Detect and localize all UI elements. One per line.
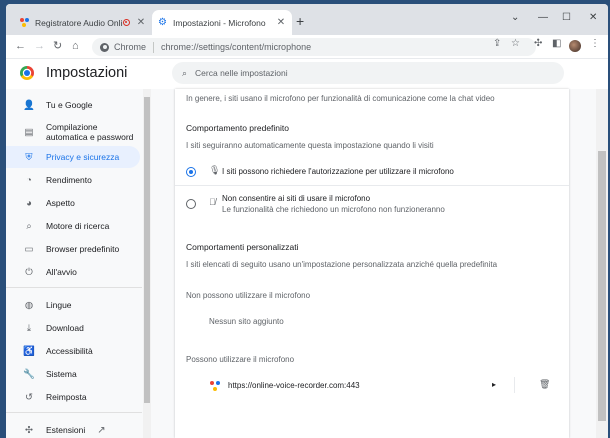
custom-behaviors-heading: Comportamenti personalizzati [186,242,299,252]
sidebar-scroll-thumb[interactable] [144,97,150,403]
sidebar-item-default-browser[interactable]: ▭ Browser predefinito [6,238,140,260]
home-icon[interactable]: ⌂ [72,40,79,53]
power-icon: ⏻ [25,266,33,278]
wrench-icon: 🔧 [23,368,35,380]
tab-recorder-close-icon[interactable]: ✕ [136,17,146,28]
intro-text: In genere, i siti usano il microfono per… [186,94,495,103]
menu-kebab-icon[interactable]: ⋮ [590,38,600,49]
option-block-sublabel: Le funzionalità che richiedono un microf… [222,205,445,214]
settings-body: 👤 Tu e Google ▤ Compilazione automatica … [6,89,608,438]
tab-search-icon[interactable]: ⌄ [511,12,519,23]
sidebar-item-languages[interactable]: ◍ Lingue [6,294,140,316]
site-favicon-icon [210,381,220,391]
default-behavior-subtitle: I siti seguiranno automaticamente questa… [186,141,434,150]
person-icon: 👤 [23,99,35,111]
search-icon: ⌕ [182,67,188,78]
microphone-settings-card: In genere, i siti usano il microfono per… [175,89,569,438]
minimize-icon[interactable]: — [538,12,548,23]
recorder-favicon-icon [20,17,30,28]
recording-indicator-icon [123,19,130,26]
forward-icon[interactable]: → [34,40,45,53]
tab-strip: Registratore Audio Online - F ✕ ⚙ Impost… [6,4,608,35]
allowed-site-url: https://online-voice-recorder.com:443 [228,381,360,390]
allowed-sites-heading: Possono utilizzare il microfono [186,355,295,364]
main-scrollbar[interactable] [596,89,608,438]
tab-settings-title: Impostazioni - Microfono [173,17,266,28]
list-item[interactable]: https://online-voice-recorder.com:443 ▸ … [175,373,569,397]
sidebar-item-accessibility[interactable]: ♿ Accessibilità [6,340,140,362]
speedometer-icon: ◔ [26,174,32,186]
browser-toolbar: ← → ↻ ⌂ Chrome chrome://settings/content… [6,35,608,59]
sidebar-divider [6,412,142,413]
sidebar-item-appearance[interactable]: ◕ Aspetto [6,192,140,214]
globe-icon: ◍ [24,299,34,311]
settings-search-input[interactable] [195,68,496,78]
external-link-icon: ↗ [97,424,106,436]
page-title: Impostazioni [46,65,128,81]
maximize-icon[interactable]: ☐ [562,12,571,23]
settings-header: Impostazioni ⌕ [6,59,608,89]
share-icon[interactable]: ⇪ [493,38,501,49]
side-panel-icon[interactable]: ◧ [552,38,561,49]
sidebar-item-extensions[interactable]: ✣ Estensioni ↗ [6,419,140,438]
sidebar-item-on-startup[interactable]: ⏻ All'avvio [6,261,140,283]
tab-recorder-title: Registratore Audio Online - F [35,17,123,28]
sidebar-item-you-and-google[interactable]: 👤 Tu e Google [6,94,140,116]
reload-icon[interactable]: ↻ [53,40,62,53]
chrome-logo-icon [20,66,34,80]
back-icon[interactable]: ← [15,40,26,53]
browser-window: Registratore Audio Online - F ✕ ⚙ Impost… [6,4,608,438]
settings-gear-icon: ⚙ [158,16,167,28]
reset-icon: ↺ [25,391,33,403]
chevron-right-icon[interactable]: ▸ [492,380,496,389]
settings-search[interactable]: ⌕ [172,62,564,84]
new-tab-button[interactable]: + [296,14,304,28]
microphone-off-icon: 🎙̸ [209,197,216,207]
tab-settings-close-icon[interactable]: ✕ [276,17,286,28]
trash-icon[interactable]: 🗑 [539,379,550,390]
microphone-icon: 🎙 [209,165,221,175]
search-icon: ⌕ [26,220,32,232]
blocked-empty-text: Nessun sito aggiunto [209,317,284,326]
close-window-icon[interactable]: ✕ [589,12,597,23]
option-divider [175,185,569,186]
address-bar[interactable]: Chrome chrome://settings/content/microph… [92,38,536,56]
custom-behaviors-subtitle: I siti elencati di seguito usano un'impo… [186,260,498,269]
scheme-label: Chrome [114,42,147,52]
sidebar-item-autofill[interactable]: ▤ Compilazione automatica e password [6,118,140,146]
omnibox-separator [153,41,155,53]
bookmark-star-icon[interactable]: ☆ [511,38,520,49]
sidebar-item-system[interactable]: 🔧 Sistema [6,363,140,385]
sidebar-divider [6,287,142,288]
sidebar-item-search-engine[interactable]: ⌕ Motore di ricerca [6,215,140,237]
sidebar-item-downloads[interactable]: ⤓ Download [6,317,140,339]
default-behavior-heading: Comportamento predefinito [186,123,290,133]
url-text: chrome://settings/content/microphone [161,42,312,52]
palette-icon: ◕ [26,197,32,209]
shield-icon: ⛨ [25,151,33,163]
radio-block[interactable] [186,199,196,209]
radio-allow-ask[interactable] [186,167,196,177]
option-allow-ask-label[interactable]: I siti possono richiedere l'autorizzazio… [222,167,454,176]
download-icon: ⤓ [26,322,32,334]
chrome-site-icon [100,42,109,52]
option-block-label[interactable]: Non consentire ai siti di usare il micro… [222,194,370,203]
row-divider [514,377,515,393]
blocked-sites-heading: Non possono utilizzare il microfono [186,291,311,300]
extensions-icon[interactable]: ✣ [534,38,542,49]
avatar[interactable] [569,40,581,52]
browser-icon: ▭ [24,243,34,255]
tab-recorder[interactable]: Registratore Audio Online - F ✕ [14,10,152,35]
clipboard-icon: ▤ [24,126,34,138]
accessibility-icon: ♿ [23,345,35,357]
sidebar-item-privacy[interactable]: ⛨ Privacy e sicurezza [6,146,140,168]
sidebar: 👤 Tu e Google ▤ Compilazione automatica … [6,89,142,438]
main-scroll-thumb[interactable] [598,151,606,421]
sidebar-scrollbar[interactable] [143,89,151,438]
puzzle-icon: ✣ [25,424,33,436]
tab-settings[interactable]: ⚙ Impostazioni - Microfono ✕ [152,10,292,35]
sidebar-item-performance[interactable]: ◔ Rendimento [6,169,140,191]
sidebar-item-reset[interactable]: ↺ Reimposta [6,386,140,408]
